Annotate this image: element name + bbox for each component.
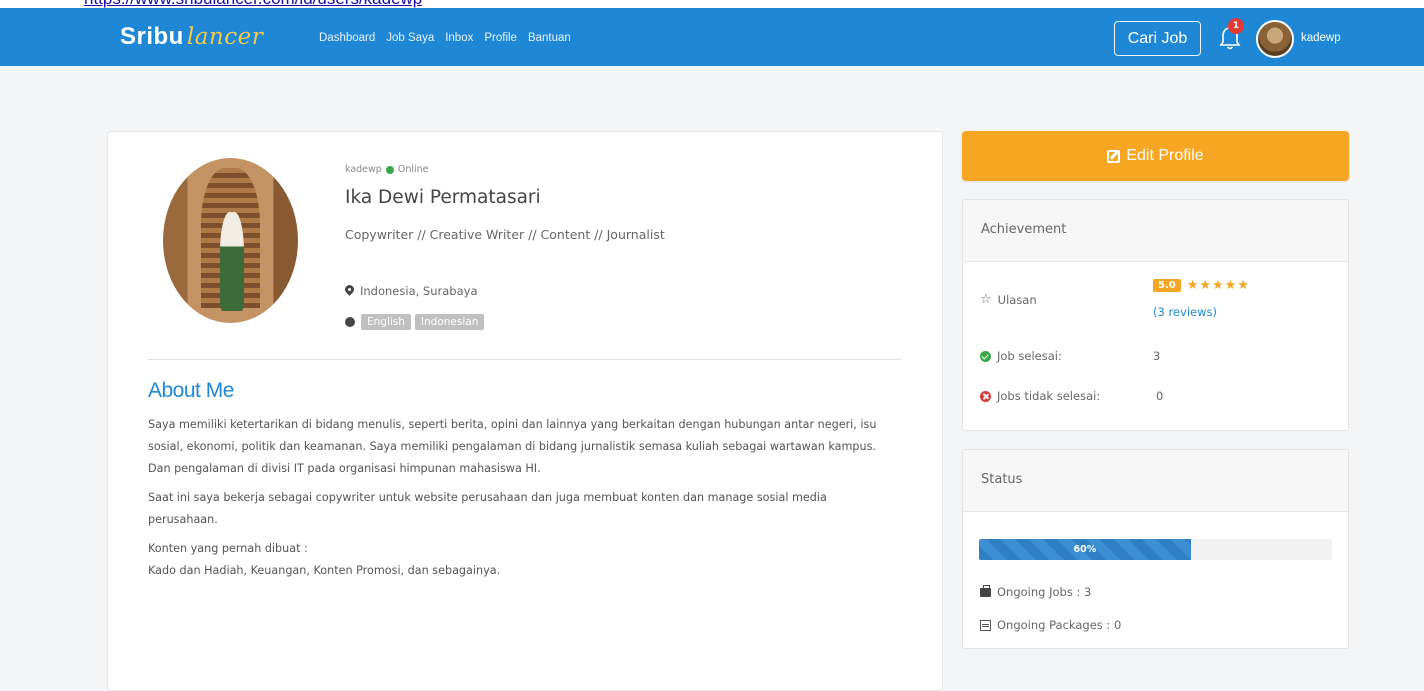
job-selesai-value: 3 [1153, 349, 1161, 363]
package-icon [980, 619, 991, 631]
brand-main: Sribu [120, 23, 184, 50]
about-paragraph: Konten yang pernah dibuat : [148, 542, 308, 555]
rating-badge: 5.0 [1153, 279, 1181, 292]
nav-job-saya[interactable]: Job Saya [386, 32, 434, 44]
about-paragraph: Kado dan Hadiah, Keuangan, Konten Promos… [148, 564, 501, 577]
achievement-panel: Achievement ☆ Ulasan 5.0 ★★★★★ (3 review… [962, 199, 1349, 431]
profile-location: Indonesia, Surabaya [345, 284, 478, 298]
profile-headline: Copywriter // Creative Writer // Content… [345, 227, 665, 242]
ongoing-packages-row: Ongoing Packages : 0 [980, 618, 1121, 632]
ongoing-packages-text: Ongoing Packages : 0 [997, 618, 1122, 632]
achievement-title: Achievement [963, 200, 1348, 262]
about-text: Saya memiliki ketertarikan di bidang men… [148, 414, 888, 589]
ongoing-jobs-row: Ongoing Jobs : 3 [980, 584, 1092, 599]
jobs-tidak-selesai-label: Jobs tidak selesai: [997, 389, 1101, 403]
jobs-tidak-selesai-value: 0 [1156, 389, 1164, 403]
online-status: Online [397, 164, 429, 175]
job-selesai-label: Job selesai: [997, 349, 1062, 363]
language-tag: English [361, 314, 411, 330]
online-dot-icon [385, 165, 394, 174]
brand-logo[interactable]: Sribu lancer [120, 23, 263, 51]
top-navbar: Sribu lancer Dashboard Job Saya Inbox Pro… [0, 8, 1424, 66]
reviews-row: (3 reviews) [1153, 305, 1217, 319]
nav-inbox[interactable]: Inbox [445, 32, 473, 44]
ongoing-jobs-text: Ongoing Jobs : 3 [997, 585, 1092, 599]
progress-bar: 60% [979, 539, 1332, 560]
status-panel: Status 60% Ongoing Jobs : 3 Ongoing Pack… [962, 449, 1349, 649]
jobs-tidak-selesai-row: Jobs tidak selesai: [980, 389, 1100, 403]
job-selesai-row: Job selesai: [980, 349, 1062, 363]
cari-job-button[interactable]: Cari Job [1114, 21, 1201, 56]
ulasan-row: ☆ Ulasan [980, 292, 1037, 307]
profile-username: kadewp [345, 164, 382, 175]
nav-profile[interactable]: Profile [484, 32, 517, 44]
username-status: kadewp Online [345, 164, 429, 175]
star-outline-icon: ☆ [980, 292, 992, 307]
reviews-link[interactable]: (3 reviews) [1153, 305, 1217, 319]
main-nav: Dashboard Job Saya Inbox Profile Bantuan [319, 32, 571, 44]
avatar[interactable] [1256, 20, 1294, 58]
url-bar: https://www.sribulancer.com/id/users/kad… [0, 0, 1424, 8]
edit-icon [1107, 149, 1121, 163]
about-paragraph: Saat ini saya bekerja sebagai copywriter… [148, 491, 827, 526]
notification-badge: 1 [1228, 18, 1244, 34]
nav-dashboard[interactable]: Dashboard [319, 32, 375, 44]
rating-row: 5.0 ★★★★★ [1153, 278, 1250, 293]
edit-profile-label: Edit Profile [1126, 147, 1204, 164]
profile-languages: English Indonesian [345, 314, 485, 330]
about-paragraph: Saya memiliki ketertarikan di bidang men… [148, 418, 877, 475]
url-link[interactable]: https://www.sribulancer.com/id/users/kad… [84, 0, 422, 8]
progress-fill: 60% [979, 539, 1191, 560]
star-rating-icon: ★★★★★ [1186, 278, 1250, 293]
check-circle-icon [980, 350, 991, 362]
brand-accent: lancer [186, 24, 264, 50]
profile-photo [163, 158, 298, 323]
x-circle-icon [980, 390, 991, 402]
language-tag: Indonesian [414, 314, 485, 330]
location-text: Indonesia, Surabaya [360, 284, 478, 298]
ulasan-label: Ulasan [997, 292, 1037, 307]
about-title: About Me [148, 379, 234, 402]
status-title: Status [963, 450, 1348, 512]
divider [148, 359, 901, 360]
edit-profile-button[interactable]: Edit Profile [962, 131, 1349, 181]
globe-icon [345, 317, 355, 327]
nav-username[interactable]: kadewp [1301, 32, 1341, 44]
map-pin-icon [345, 285, 354, 297]
nav-bantuan[interactable]: Bantuan [528, 32, 571, 44]
briefcase-icon [980, 584, 991, 597]
profile-full-name: Ika Dewi Permatasari [345, 187, 541, 208]
